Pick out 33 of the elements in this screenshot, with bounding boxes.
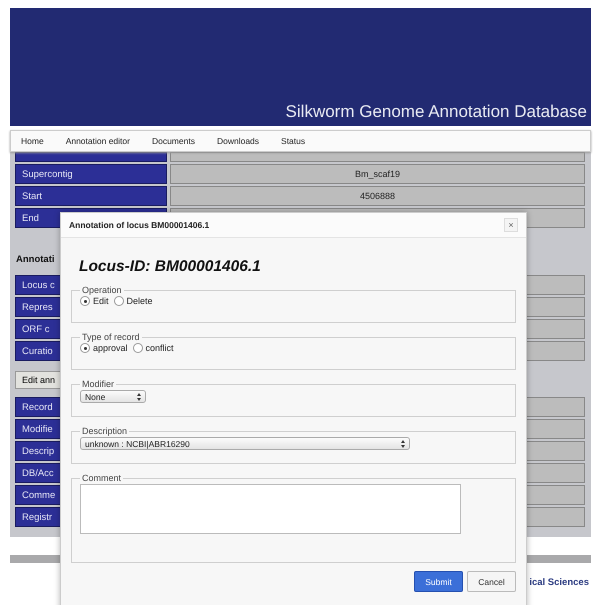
radio-option[interactable]: Delete xyxy=(114,296,153,306)
select-dropdown[interactable]: None xyxy=(80,390,146,403)
submit-button[interactable]: Submit xyxy=(414,571,463,592)
radio-button[interactable] xyxy=(80,296,90,306)
radio-option[interactable]: approval xyxy=(80,343,128,353)
group-legend: Operation xyxy=(80,285,124,295)
field-value: Bm_scaf19 xyxy=(170,164,585,184)
select-arrows-icon xyxy=(401,440,405,448)
nav-link[interactable]: Status xyxy=(281,136,306,146)
cancel-button[interactable]: Cancel xyxy=(467,571,516,592)
footer-text: ical Sciences xyxy=(529,577,590,588)
select-arrows-icon xyxy=(137,392,141,400)
nav-link[interactable]: Downloads xyxy=(216,136,260,146)
section-heading: Annotati xyxy=(15,254,56,265)
radio-option[interactable]: Edit xyxy=(80,296,109,306)
field-label: Supercontig xyxy=(15,164,167,184)
close-button[interactable]: × xyxy=(504,218,518,232)
group-legend: Type of record xyxy=(80,332,142,342)
group-legend: Description xyxy=(80,426,130,436)
locus-heading: Locus-ID: BM00001406.1 xyxy=(79,258,262,276)
select-dropdown[interactable]: unknown : NCBI|ABR16290 xyxy=(80,437,410,450)
field-value: 4506888 xyxy=(170,186,585,206)
nav-link[interactable]: Annotation editor xyxy=(66,136,130,146)
radio-button[interactable] xyxy=(80,343,90,353)
comment-field[interactable] xyxy=(80,484,461,534)
group-legend: Modifier xyxy=(80,379,116,389)
nav-link[interactable]: Documents xyxy=(152,136,195,146)
radio-button[interactable] xyxy=(114,296,124,306)
site-title: Silkworm Genome Annotation Database xyxy=(286,102,587,122)
nav-link[interactable]: Home xyxy=(21,136,44,146)
field-label: Start xyxy=(15,186,167,206)
radio-button[interactable] xyxy=(132,343,143,353)
group-legend: Comment xyxy=(80,473,124,483)
